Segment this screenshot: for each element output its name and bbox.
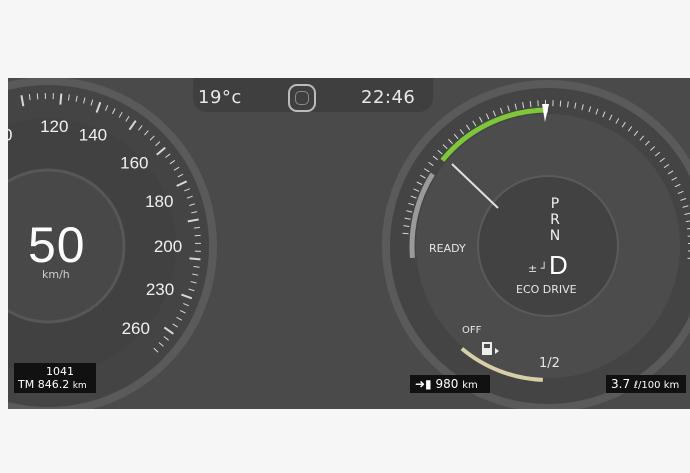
gear-n: N bbox=[549, 228, 561, 244]
gear-selector-list: P R N bbox=[547, 196, 563, 244]
speed-value: 50 bbox=[28, 217, 86, 273]
consumption-box: 3.7 ℓ/100 km bbox=[606, 375, 686, 393]
speed-scale-label: 00 bbox=[8, 126, 13, 145]
speed-tick bbox=[59, 93, 63, 105]
consumption-unit: ℓ/100 km bbox=[633, 380, 680, 391]
consumption-value: 3.7 bbox=[611, 377, 631, 391]
fuel-half-label: 1/2 bbox=[539, 356, 560, 371]
speed-scale-label: 140 bbox=[79, 126, 107, 145]
speed-scale-label: 200 bbox=[154, 237, 182, 256]
range-unit: km bbox=[462, 380, 478, 391]
gear-r: R bbox=[550, 212, 560, 228]
manual-shift-indicator: ± ┘ bbox=[528, 262, 548, 275]
trip-value: 1041 bbox=[46, 365, 74, 378]
odometer-label: TM bbox=[18, 378, 35, 391]
off-label: OFF bbox=[462, 325, 482, 336]
speed-scale-label: 180 bbox=[145, 192, 173, 211]
gauges-graphic: 00 120 140 160 180 200 230 260 bbox=[8, 78, 690, 409]
drive-mode-label: ECO DRIVE bbox=[516, 283, 577, 296]
gear-selected: D bbox=[549, 250, 568, 280]
instrument-cluster: 19°c 22:46 00120140160180200230260 bbox=[8, 78, 690, 409]
hybrid-tick bbox=[402, 232, 409, 235]
odometer-box: 1041 TM 846.2 km bbox=[14, 363, 96, 393]
odometer-unit: km bbox=[72, 381, 87, 391]
hybrid-tick bbox=[559, 100, 562, 107]
speed-scale-label: 260 bbox=[122, 319, 150, 338]
odometer-total: 846.2 bbox=[37, 378, 70, 391]
ready-label: READY bbox=[429, 242, 466, 255]
arrow-fuel-icon: ➜▮ bbox=[415, 377, 432, 391]
range-box: ➜▮ 980 km bbox=[410, 375, 490, 393]
range-value: 980 bbox=[435, 377, 459, 391]
speed-scale-label: 230 bbox=[146, 280, 174, 299]
speed-unit: km/h bbox=[42, 268, 70, 281]
gear-p: P bbox=[550, 196, 560, 212]
speed-scale-label: 160 bbox=[120, 154, 148, 173]
speed-scale-label: 120 bbox=[40, 117, 68, 136]
speed-tick bbox=[189, 257, 201, 261]
